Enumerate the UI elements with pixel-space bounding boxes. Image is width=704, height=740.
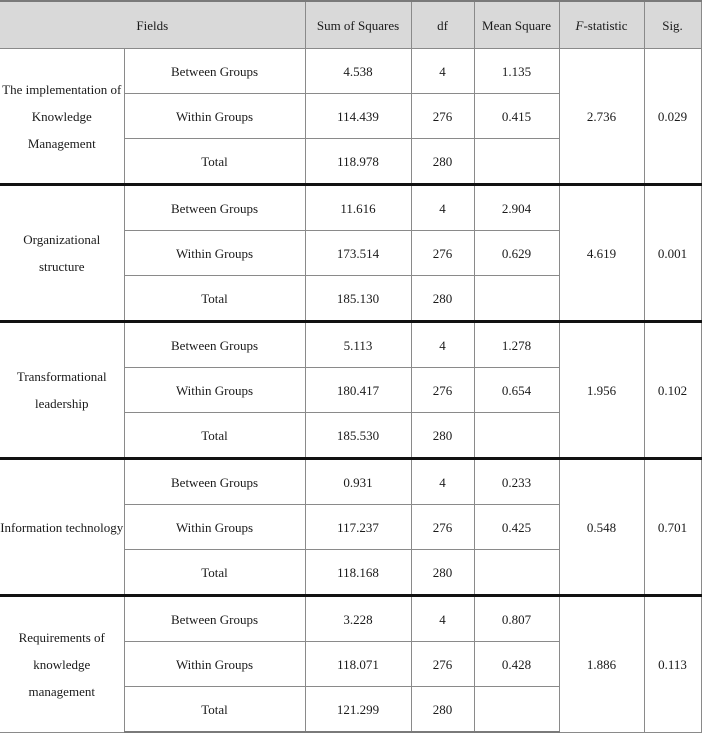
group-label: Total: [124, 138, 306, 185]
header-sig: Sig.: [643, 0, 702, 49]
mean-square-value: 0.233: [473, 457, 560, 505]
header-f-statistic: F-statistic: [558, 0, 645, 49]
mean-square-value: [473, 138, 560, 185]
sum-of-squares-value: 118.978: [304, 138, 412, 185]
sum-of-squares-value: 11.616: [304, 183, 412, 231]
mean-square-value: 0.428: [473, 641, 560, 687]
group-label: Within Groups: [124, 93, 306, 139]
mean-square-value: 0.654: [473, 367, 560, 413]
mean-square-value: 1.278: [473, 320, 560, 368]
df-value: 280: [410, 275, 475, 322]
sig-value: 0.701: [643, 457, 702, 596]
f-statistic-value: 2.736: [558, 48, 645, 185]
df-value: 4: [410, 594, 475, 642]
sum-of-squares-value: 117.237: [304, 504, 412, 550]
sum-of-squares-value: 4.538: [304, 48, 412, 94]
group-label: Within Groups: [124, 230, 306, 276]
sum-of-squares-value: 180.417: [304, 367, 412, 413]
f-statistic-value: 1.886: [558, 594, 645, 733]
df-value: 280: [410, 138, 475, 185]
table-row: Transformational leadership Between Group…: [0, 320, 702, 459]
df-value: 280: [410, 549, 475, 596]
field-label: Requirements of knowledge management: [0, 594, 125, 733]
field-label: Information technology: [0, 457, 125, 596]
df-value: 276: [410, 93, 475, 139]
table-body: The implementation of Knowledge Manageme…: [0, 48, 702, 733]
df-value: 4: [410, 457, 475, 505]
mean-square-value: [473, 275, 560, 322]
group-label: Between Groups: [123, 183, 306, 231]
group-label: Total: [124, 549, 306, 596]
f-statistic-value: 4.619: [558, 183, 645, 322]
field-label: Organizational structure: [0, 183, 125, 322]
mean-square-value: 0.807: [473, 594, 560, 642]
sum-of-squares-value: 185.130: [304, 275, 412, 322]
table-row: Organizational structure Between Groups 11…: [0, 183, 702, 322]
sum-of-squares-value: 173.514: [304, 230, 412, 276]
df-value: 4: [410, 320, 475, 368]
sum-of-squares-value: 118.071: [304, 641, 412, 687]
sum-of-squares-value: 0.931: [304, 457, 412, 505]
f-statistic-value: 1.956: [558, 320, 645, 459]
header-f-suffix: -statistic: [583, 17, 628, 33]
group-label: Between Groups: [123, 48, 306, 94]
f-statistic-value: 0.548: [558, 457, 645, 596]
field-label: The implementation of Knowledge Manageme…: [0, 48, 125, 185]
header-fields: Fields: [0, 0, 306, 49]
group-label: Within Groups: [124, 641, 306, 687]
df-value: 4: [410, 183, 475, 231]
field-label: Transformational leadership: [0, 320, 125, 459]
df-value: 276: [410, 504, 475, 550]
mean-square-value: 2.904: [473, 183, 560, 231]
df-value: 280: [410, 412, 475, 459]
df-value: 276: [410, 367, 475, 413]
header-row: Fields Sum of Squares df Mean Square F-s…: [0, 0, 702, 49]
header-df: df: [410, 0, 475, 49]
sum-of-squares-value: 121.299: [304, 686, 412, 733]
mean-square-value: [473, 549, 560, 596]
df-value: 276: [410, 230, 475, 276]
sum-of-squares-value: 5.113: [304, 320, 412, 368]
df-value: 276: [410, 641, 475, 687]
header-mean-square: Mean Square: [473, 0, 560, 49]
mean-square-value: 1.135: [473, 48, 560, 94]
group-label: Within Groups: [124, 504, 306, 550]
df-value: 280: [410, 686, 475, 733]
mean-square-value: 0.425: [473, 504, 560, 550]
mean-square-value: 0.629: [473, 230, 560, 276]
sig-value: 0.113: [643, 594, 702, 733]
group-label: Total: [124, 686, 306, 733]
anova-table: Fields Sum of Squares df Mean Square F-s…: [0, 0, 702, 733]
group-label: Between Groups: [123, 457, 306, 505]
table-row: The implementation of Knowledge Manageme…: [0, 48, 702, 185]
mean-square-value: 0.415: [473, 93, 560, 139]
group-label: Between Groups: [123, 320, 306, 368]
mean-square-value: [473, 412, 560, 459]
sig-value: 0.001: [643, 183, 702, 322]
header-sum-of-squares: Sum of Squares: [304, 0, 412, 49]
sum-of-squares-value: 185.530: [304, 412, 412, 459]
group-label: Between Groups: [123, 594, 306, 642]
sig-value: 0.102: [643, 320, 702, 459]
df-value: 4: [410, 48, 475, 94]
group-label: Total: [124, 275, 306, 322]
sum-of-squares-value: 118.168: [304, 549, 412, 596]
table-row: Information technology Between Groups 0.93…: [0, 457, 702, 596]
group-label: Within Groups: [124, 367, 306, 413]
mean-square-value: [473, 686, 560, 733]
sig-value: 0.029: [643, 48, 702, 185]
sum-of-squares-value: 3.228: [304, 594, 412, 642]
group-label: Total: [124, 412, 306, 459]
sum-of-squares-value: 114.439: [304, 93, 412, 139]
table-row: Requirements of knowledge management Betw…: [0, 594, 702, 733]
